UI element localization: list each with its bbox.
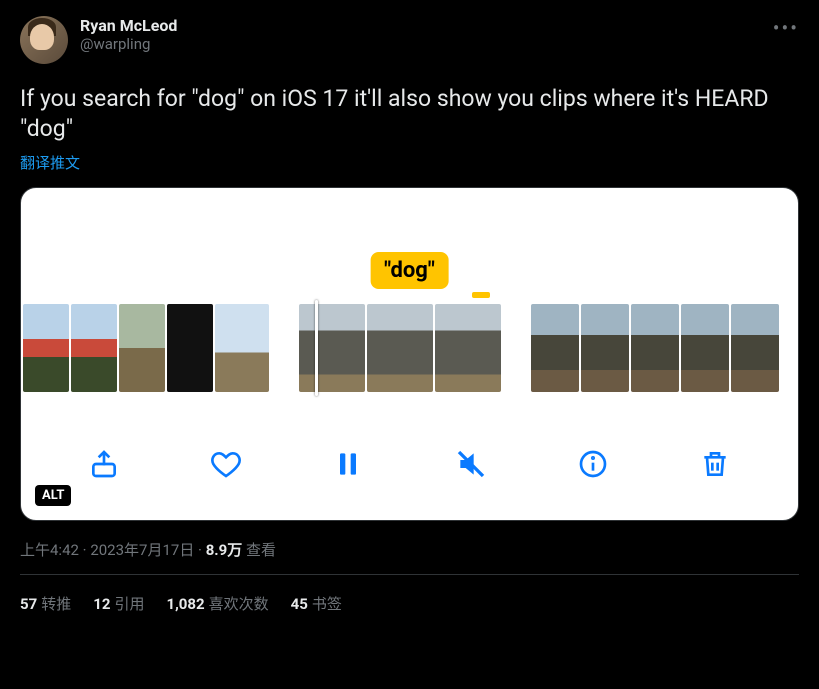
tweet-header: Ryan McLeod @warpling ••• — [20, 16, 799, 64]
timeline-frame — [119, 304, 165, 392]
timeline-frame — [435, 304, 501, 392]
timeline-frame — [681, 304, 729, 392]
timeline-frame — [71, 304, 117, 392]
tweet-text: If you search for "dog" on iOS 17 it'll … — [20, 84, 799, 144]
video-timeline[interactable] — [21, 304, 798, 392]
playhead-marker — [472, 292, 490, 298]
timeline-frame — [167, 304, 213, 392]
mute-icon[interactable] — [449, 448, 493, 480]
timeline-frame — [299, 304, 365, 392]
author-names[interactable]: Ryan McLeod @warpling — [80, 16, 177, 53]
tweet-time[interactable]: 上午4:42 — [20, 541, 79, 559]
search-bubble: "dog" — [370, 252, 449, 289]
heart-icon[interactable] — [204, 448, 248, 480]
stats-row: 57转推 12引用 1,082喜欢次数 45书签 — [20, 575, 799, 632]
timeline-frame — [23, 304, 69, 392]
tweet-container: Ryan McLeod @warpling ••• If you search … — [0, 0, 819, 632]
timeline-frame — [531, 304, 579, 392]
more-icon[interactable]: ••• — [773, 16, 799, 40]
handle: @warpling — [80, 35, 177, 53]
views-count: 8.9万 — [206, 541, 243, 559]
likes-stat[interactable]: 1,082喜欢次数 — [166, 593, 268, 614]
meta-line: 上午4:42 · 2023年7月17日 · 8.9万 查看 — [20, 539, 799, 575]
views-label: 查看 — [242, 541, 276, 559]
retweets-stat[interactable]: 57转推 — [20, 593, 71, 614]
share-icon[interactable] — [82, 448, 126, 480]
media-controls — [21, 436, 798, 492]
pause-icon[interactable] — [326, 448, 370, 480]
timeline-frame — [367, 304, 433, 392]
clip-group[interactable] — [531, 304, 779, 392]
translate-link[interactable]: 翻译推文 — [20, 152, 799, 173]
clip-group[interactable] — [23, 304, 269, 392]
bookmarks-stat[interactable]: 45书签 — [291, 593, 342, 614]
timeline-frame — [215, 304, 269, 392]
clip-group[interactable] — [299, 304, 501, 392]
playhead-icon[interactable] — [315, 300, 318, 396]
quotes-stat[interactable]: 12引用 — [93, 593, 144, 614]
media-card[interactable]: "dog" — [20, 187, 799, 521]
timeline-frame — [631, 304, 679, 392]
tweet-date[interactable]: 2023年7月17日 — [90, 541, 194, 559]
display-name: Ryan McLeod — [80, 16, 177, 35]
timeline-frame — [581, 304, 629, 392]
trash-icon[interactable] — [693, 448, 737, 480]
info-icon[interactable] — [571, 448, 615, 480]
timeline-frame — [731, 304, 779, 392]
alt-badge[interactable]: ALT — [35, 485, 71, 506]
avatar[interactable] — [20, 16, 68, 64]
